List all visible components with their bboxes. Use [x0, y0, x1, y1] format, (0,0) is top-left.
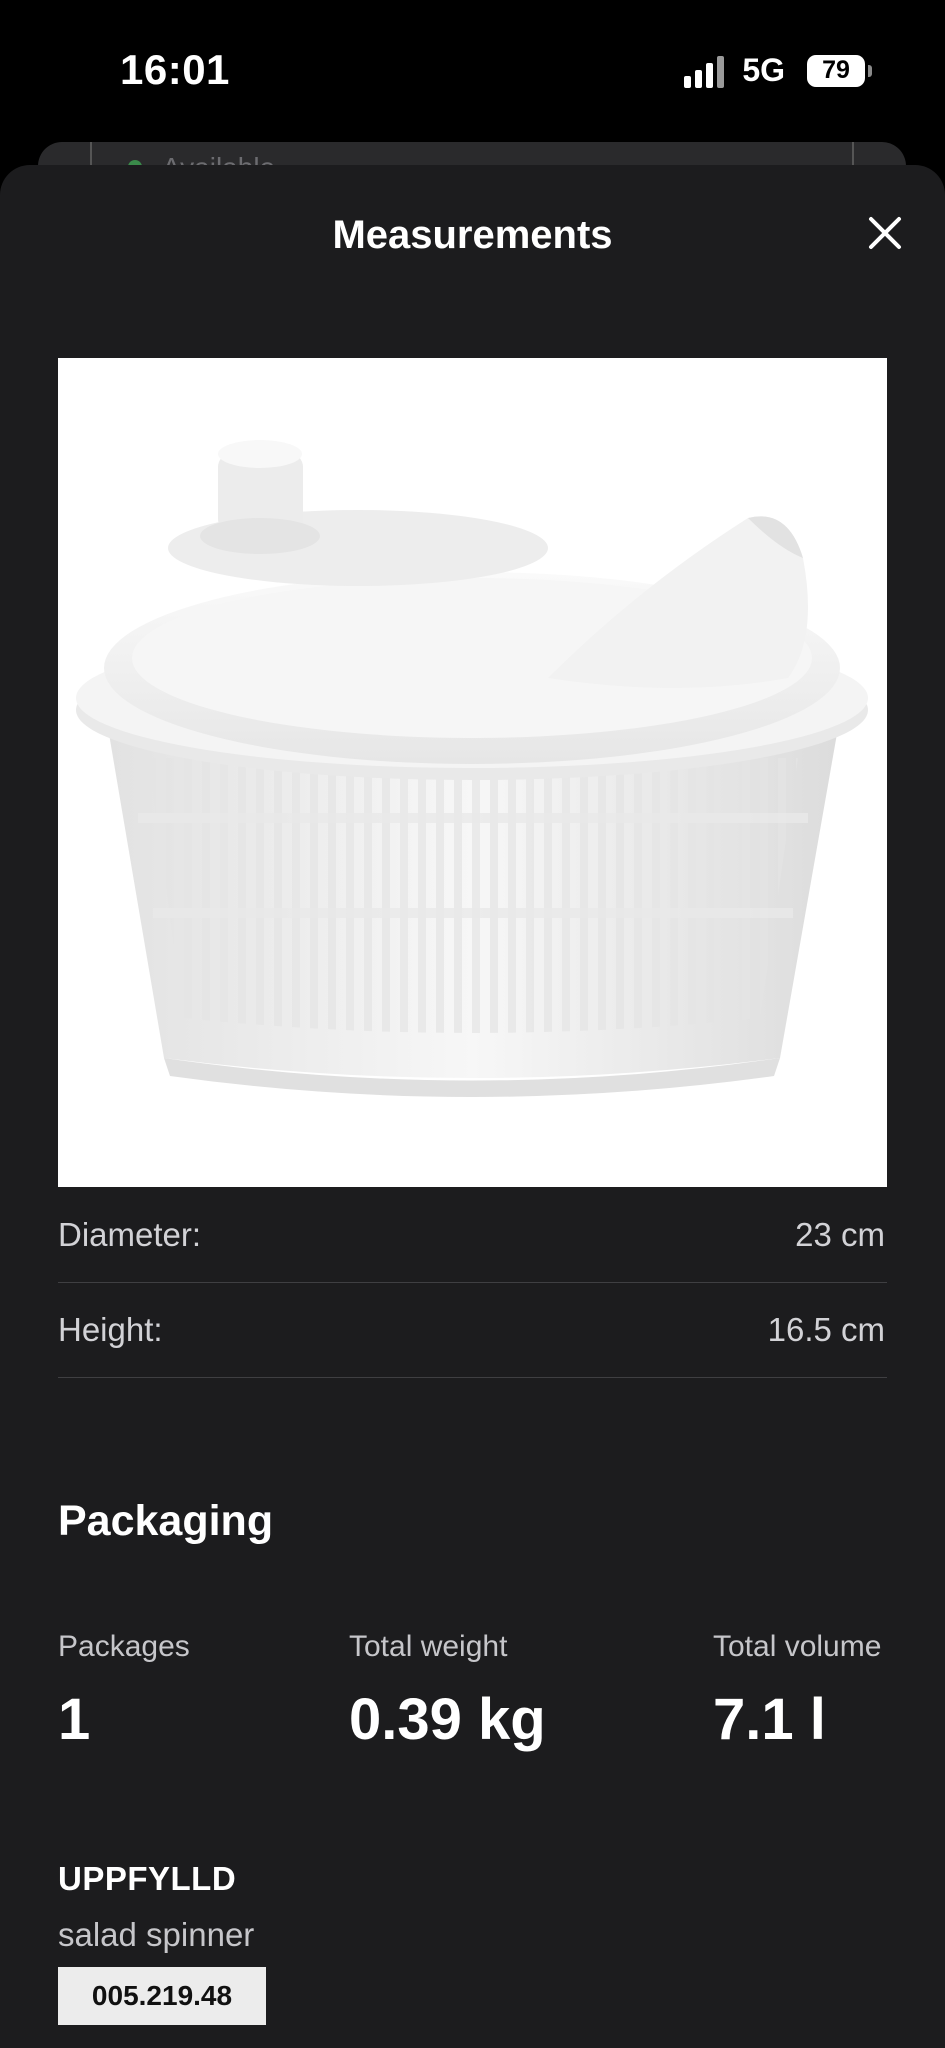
- measurement-label: Diameter:: [58, 1215, 202, 1253]
- measurement-row-height: Height: 16.5 cm: [58, 1282, 887, 1378]
- product-name: UPPFYLLD: [58, 1860, 237, 1897]
- network-type: 5G: [742, 52, 785, 88]
- packaging-value: 0.39 kg: [349, 1687, 546, 1752]
- measurement-label: Height:: [58, 1310, 163, 1348]
- packaging-total-volume: Total volume 7.1 l: [713, 1630, 881, 1753]
- packaging-packages: Packages 1: [58, 1630, 190, 1753]
- packaging-label: Total weight: [349, 1630, 508, 1663]
- salad-spinner-illustration: [76, 440, 868, 1097]
- close-icon: [869, 217, 901, 249]
- close-button[interactable]: [855, 203, 915, 263]
- packaging-value: 1: [58, 1687, 91, 1752]
- battery-icon: 79: [807, 54, 872, 87]
- measurements-sheet: Measurements Diameter: 23 cm Height: 16.…: [0, 165, 945, 2048]
- sheet-title: Measurements: [332, 213, 613, 257]
- product-description: salad spinner: [58, 1916, 255, 1953]
- packaging-value: 7.1 l: [713, 1687, 826, 1752]
- signal-strength-icon: [684, 54, 725, 88]
- section-title-packaging: Packaging: [58, 1497, 274, 1545]
- packaging-total-weight: Total weight 0.39 kg: [349, 1630, 546, 1753]
- article-number-badge: 005.219.48: [58, 1967, 266, 2025]
- measurement-row-diameter: Diameter: 23 cm: [58, 1187, 887, 1283]
- product-image: [58, 358, 887, 1187]
- measurement-value: 23 cm: [795, 1215, 885, 1253]
- packaging-label: Total volume: [713, 1630, 882, 1663]
- measurement-value: 16.5 cm: [767, 1310, 885, 1348]
- status-indicators: 5G 79: [684, 52, 872, 89]
- packaging-label: Packages: [58, 1630, 190, 1663]
- status-time: 16:01: [120, 46, 230, 93]
- status-bar: 16:01 5G 79: [0, 0, 945, 140]
